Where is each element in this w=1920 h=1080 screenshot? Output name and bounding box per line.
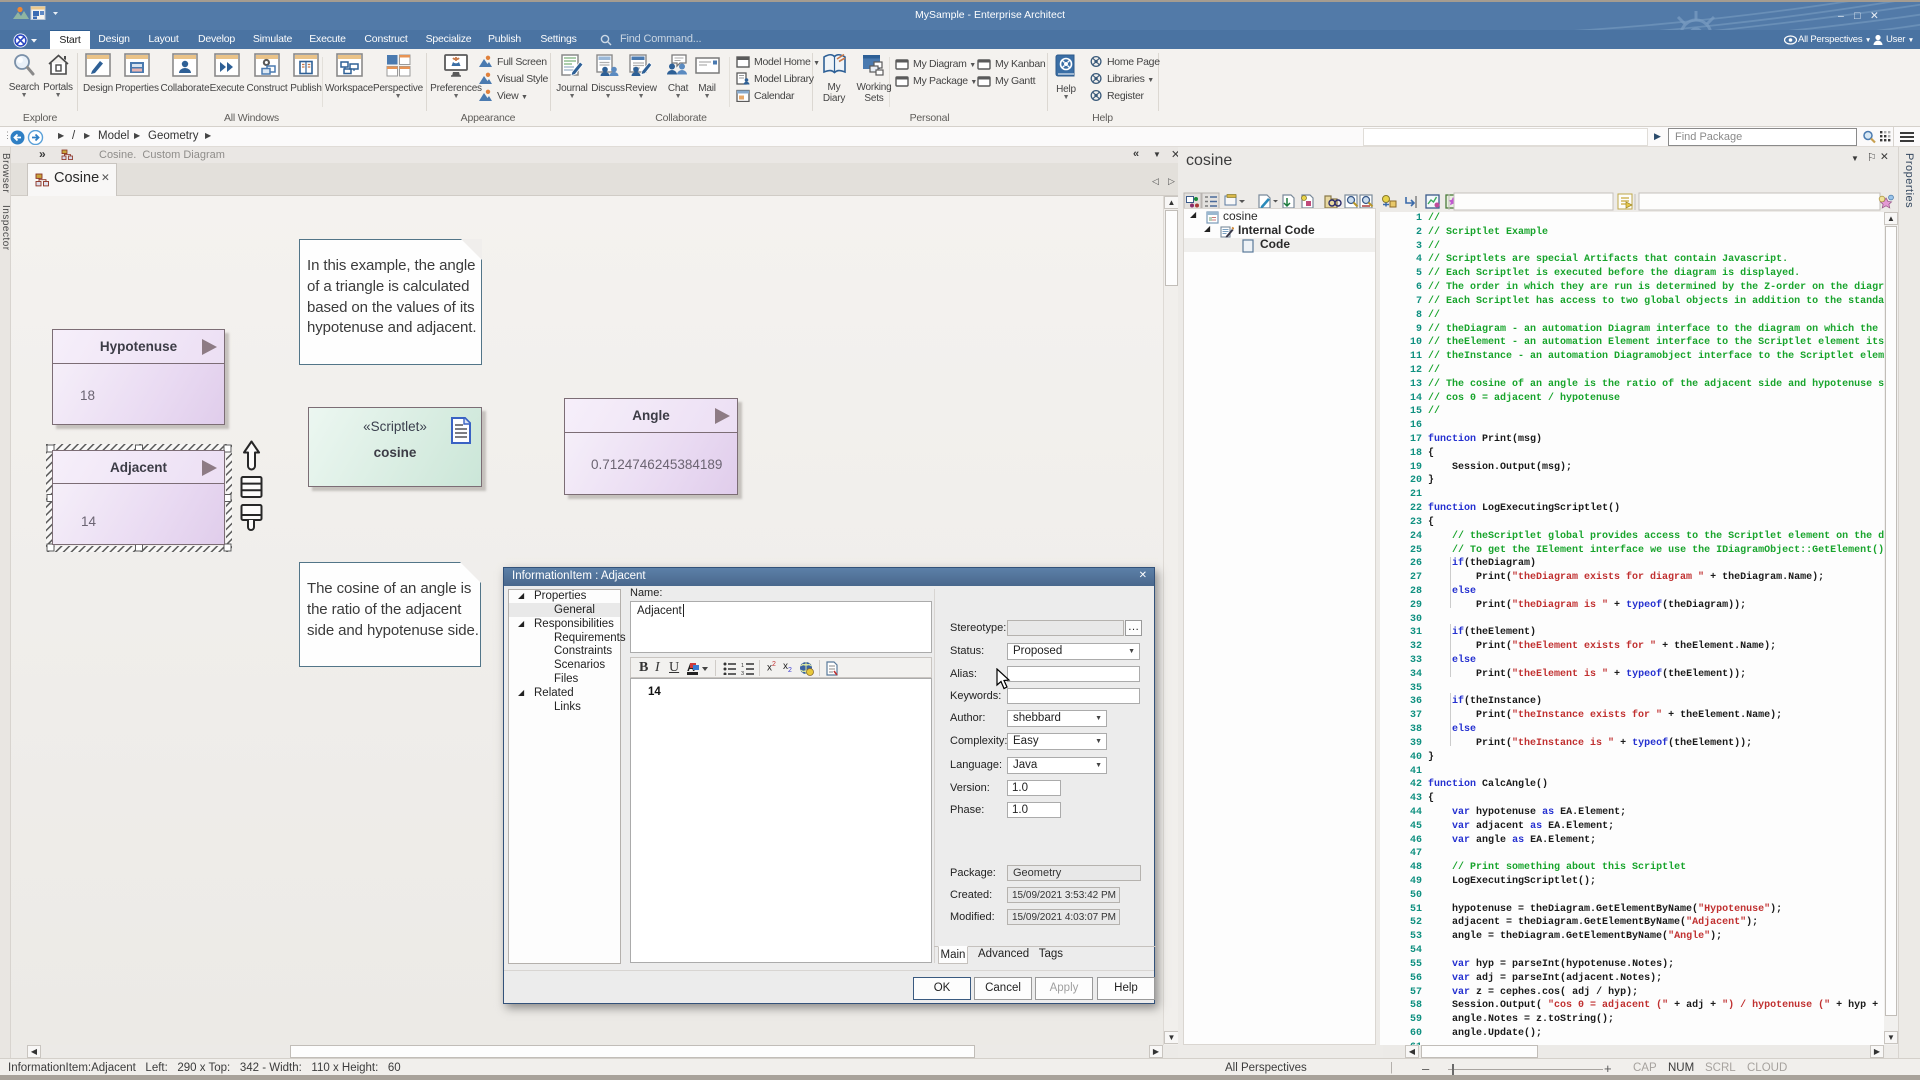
- svg-text:1: 1: [741, 663, 744, 669]
- svg-text:3: 3: [741, 671, 744, 675]
